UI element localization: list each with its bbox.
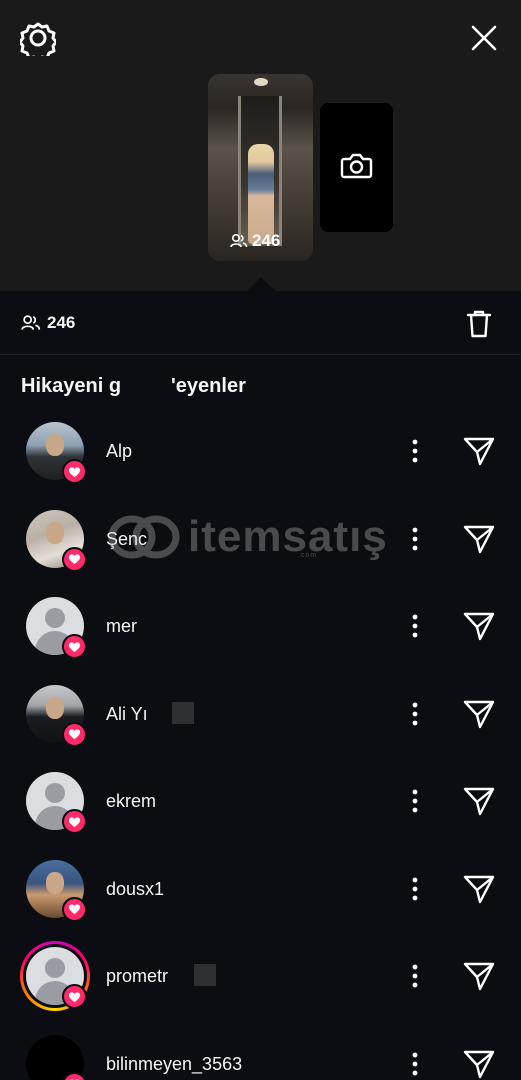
viewer-name[interactable]: dousx1 <box>106 879 164 900</box>
send-message-icon[interactable] <box>462 523 496 555</box>
avatar-head <box>45 783 65 803</box>
story-thumbnail[interactable]: 246 <box>208 74 313 261</box>
avatar[interactable] <box>26 772 87 834</box>
avatar[interactable] <box>26 859 87 922</box>
viewer-row[interactable]: ekrem <box>0 759 521 847</box>
viewer-name[interactable]: bilinmeyen_3563 <box>106 1054 242 1075</box>
more-options-icon[interactable] <box>404 525 426 553</box>
story-views-number: 246 <box>252 231 281 250</box>
viewer-row[interactable]: prometr <box>0 934 521 1022</box>
send-message-icon[interactable] <box>462 610 496 642</box>
people-icon <box>21 315 41 330</box>
viewer-name[interactable]: mer <box>106 616 137 637</box>
viewer-row[interactable]: Ali Yı <box>0 672 521 760</box>
viewer-list: Alp Şenc mer Ali Yı ekrem dousx1 prometr bilinm… <box>0 409 521 1080</box>
story-views-count: 246 <box>230 231 280 251</box>
avatar[interactable] <box>26 684 87 747</box>
avatar-face <box>46 434 64 456</box>
heart-icon <box>62 459 87 484</box>
avatar[interactable] <box>20 941 90 1011</box>
send-message-icon[interactable] <box>462 785 496 817</box>
heart-icon <box>62 634 87 659</box>
avatar[interactable] <box>26 422 87 484</box>
section-title: Hikayeni g 'eyenler <box>21 375 246 397</box>
views-count-number: 246 <box>47 313 76 332</box>
watermark-sub: .com <box>298 552 318 559</box>
close-icon[interactable] <box>466 20 502 56</box>
avatar-face <box>46 521 64 544</box>
heart-icon <box>62 896 87 922</box>
avatar-head <box>45 958 65 978</box>
viewer-name[interactable]: Şenc <box>106 529 147 550</box>
heart-icon <box>62 984 87 1009</box>
story-image-light <box>254 78 268 86</box>
more-options-icon[interactable] <box>404 875 426 903</box>
viewer-name[interactable]: Alp <box>106 441 132 462</box>
more-options-icon[interactable] <box>404 787 426 815</box>
viewer-name[interactable]: ekrem <box>106 791 156 812</box>
views-summary-row: 246 <box>0 291 521 355</box>
add-story-camera-button[interactable] <box>320 103 393 232</box>
avatar[interactable] <box>26 597 87 659</box>
more-options-icon[interactable] <box>404 1050 426 1078</box>
viewer-row[interactable]: dousx1 <box>0 847 521 935</box>
camera-icon <box>340 153 373 179</box>
gear-icon[interactable] <box>20 20 56 56</box>
send-message-icon[interactable] <box>462 873 496 905</box>
more-options-icon[interactable] <box>404 612 426 640</box>
selected-story-pointer <box>246 277 276 292</box>
viewer-row[interactable]: mer <box>0 584 521 672</box>
trash-icon[interactable] <box>462 307 496 341</box>
avatar[interactable] <box>26 509 87 572</box>
viewer-row[interactable]: Şenc <box>0 497 521 585</box>
heart-icon <box>62 809 87 834</box>
viewer-name[interactable]: prometr <box>106 966 168 987</box>
viewer-row[interactable]: bilinmeyen_3563 <box>0 1022 521 1080</box>
viewer-name[interactable]: Ali Yı <box>106 704 148 725</box>
viewers-sheet: 246 Hikayeni g 'eyenler Alp Şenc mer Ali Yı… <box>0 291 521 1080</box>
send-message-icon[interactable] <box>462 1048 496 1080</box>
more-options-icon[interactable] <box>404 700 426 728</box>
story-image-person <box>248 144 274 244</box>
viewer-row[interactable]: Alp <box>0 409 521 497</box>
people-icon <box>230 233 248 248</box>
heart-icon <box>62 721 87 747</box>
avatar-face <box>46 696 64 719</box>
send-message-icon[interactable] <box>462 435 496 467</box>
avatar-face <box>46 871 64 894</box>
heart-icon <box>62 546 87 572</box>
redaction-block <box>172 701 194 724</box>
send-message-icon[interactable] <box>462 698 496 730</box>
avatar-head <box>45 608 65 628</box>
more-options-icon[interactable] <box>404 437 426 465</box>
send-message-icon[interactable] <box>462 960 496 992</box>
views-count: 246 <box>21 313 75 333</box>
story-preview-area: 246 <box>0 0 521 292</box>
redaction-block <box>194 964 216 986</box>
more-options-icon[interactable] <box>404 962 426 990</box>
avatar[interactable] <box>26 1034 87 1080</box>
